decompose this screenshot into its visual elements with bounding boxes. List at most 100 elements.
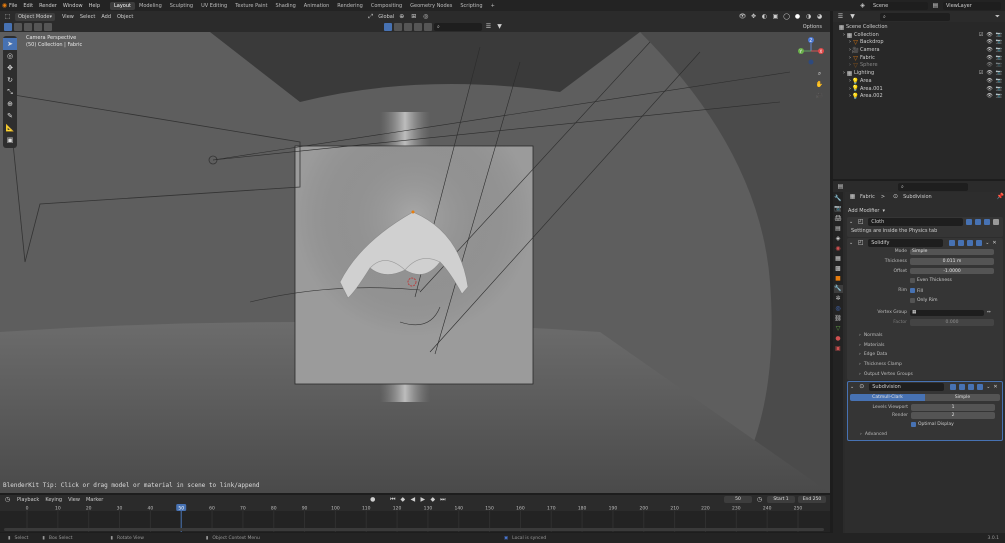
select-mode-intersect-icon[interactable] [44,23,52,31]
subdiv-viewport-icon[interactable] [968,384,975,391]
mode-selector[interactable]: Object Mode ▾ [15,12,55,21]
visibility-icon[interactable]: 👁 [738,13,747,21]
timeline-editor-icon[interactable]: ◷ [3,496,12,504]
orientation-selector[interactable]: Global [378,14,394,20]
play-reverse-icon[interactable]: ◀ [408,496,417,504]
jump-start-icon[interactable]: ⏮ [388,496,397,504]
cloth-name-field[interactable]: Cloth [868,218,964,226]
select-mode-subtract-icon[interactable] [24,23,32,31]
particles-tab-icon[interactable]: ✲ [834,295,843,303]
subdiv-render-icon[interactable] [977,384,984,391]
timeline-ruler[interactable]: 0 10 20 30 40 50 60 70 80 90 100 110 120 130 140 150 160… [0,504,830,532]
workspace-tab-texture-paint[interactable]: Texture Paint [231,2,271,10]
cloth-modifier-header[interactable]: ⌄ ◰ Cloth [849,218,1001,226]
factor-field[interactable]: 0.000 [910,319,994,326]
close-icon[interactable]: ✕ [992,240,996,246]
chevron-down-icon[interactable]: ⌄ [850,384,854,390]
start-frame-field[interactable]: Start 1 [767,496,795,503]
workspace-tab-shading[interactable]: Shading [271,2,299,10]
jump-end-icon[interactable]: ⏭ [438,496,447,504]
output-tab-icon[interactable]: 🖨 [834,215,843,223]
outliner-item-lighting[interactable]: › ▦ Lighting ☑ 👁 📷 [833,70,1005,78]
solidify-editmode-icon[interactable] [958,240,965,246]
shading-wireframe-icon[interactable]: ◯ [782,13,791,21]
editor-type-icon[interactable]: ⬚ [3,13,12,21]
blenderkit-hdr-icon[interactable] [414,23,422,31]
blenderkit-scenes-icon[interactable] [424,23,432,31]
modifier-tab-icon[interactable]: 🔧 [833,285,843,293]
view-layer-icon[interactable]: ▤ [931,2,940,10]
viewport-menu-object[interactable]: Object [117,14,133,20]
exclude-checkbox-icon[interactable]: ☑ [979,32,983,40]
outliner-scene-collection[interactable]: ▦ Scene Collection [833,24,1005,32]
transform-orientation-icon[interactable]: ⤢ [366,13,375,21]
menu-help[interactable]: Help [89,3,100,9]
chevron-down-icon[interactable]: ⌄ [849,219,853,225]
end-frame-field[interactable]: End 250 [798,496,826,503]
render-visibility-icon[interactable]: 📷 [996,93,1002,101]
gizmo-neg-z[interactable] [808,59,814,65]
visibility-icon[interactable]: 👁 [986,86,992,94]
collection-tab-icon[interactable]: ▦ [834,255,843,263]
workspace-tab-modeling[interactable]: Modeling [135,2,166,10]
annotate-tool-icon[interactable]: ✎ [3,110,17,122]
workspace-tab-scripting[interactable]: Scripting [456,2,486,10]
outliner-search-input[interactable]: ⌕ [880,12,950,21]
properties-editor-icon[interactable]: ▤ [836,183,845,191]
visibility-icon[interactable]: 👁 [986,32,992,40]
thickness-field[interactable]: 0.011 m [910,258,994,265]
viewport-menu-add[interactable]: Add [101,14,111,20]
render-visibility-icon[interactable]: 📷 [996,70,1002,78]
prev-key-icon[interactable]: ◆ [398,496,407,504]
subpanel-output-vertex-groups[interactable]: › Output Vertex Groups [849,370,1001,380]
tool-tab-icon[interactable]: 🔧 [834,195,843,203]
workspace-tab-sculpting[interactable]: Sculpting [166,2,197,10]
proportional-edit-icon[interactable]: ◎ [421,13,430,21]
outliner-item-collection[interactable]: › ▦ Collection ☑ 👁 📷 [833,32,1005,40]
render-tab-icon[interactable]: 📷 [834,205,843,213]
record-icon[interactable]: ● [368,496,377,504]
cloth-viewport-icon[interactable] [975,219,982,225]
texture2-tab-icon[interactable]: ▣ [834,345,843,353]
timeline-menu-marker[interactable]: Marker [86,497,103,503]
solidify-onmesh-icon[interactable] [949,240,956,246]
workspace-tab-compositing[interactable]: Compositing [367,2,406,10]
camera-view-icon[interactable]: 🎥 [815,92,824,100]
world-tab-icon[interactable]: ◉ [834,245,843,253]
options-menu[interactable]: Options [803,24,830,30]
subdiv-onmesh-icon[interactable] [950,384,957,391]
advanced-subpanel[interactable]: › Advanced [850,429,1000,439]
viewport-menu-select[interactable]: Select [80,14,95,20]
select-tool-icon[interactable]: ➤ [3,38,17,50]
render-visibility-icon[interactable]: 📷 [996,32,1002,40]
subpanel-normals[interactable]: › Normals [849,331,1001,341]
catmull-clark-button[interactable]: Catmull-Clark [850,394,925,401]
subpanel-thickness-clamp[interactable]: › Thickness Clamp [849,360,1001,370]
view-layer-selector[interactable]: ViewLayer [943,1,1001,10]
visibility-icon[interactable]: 👁 [986,39,992,47]
scale-tool-icon[interactable]: ⤡ [3,86,17,98]
timeline-menu-keying[interactable]: Keying [45,497,62,503]
pan-icon[interactable]: ✋ [815,81,824,89]
even-thickness-checkbox[interactable]: Even Thickness [849,276,1001,286]
measure-tool-icon[interactable]: 📐 [3,122,17,134]
3d-viewport[interactable] [0,32,830,493]
workspace-tab-animation[interactable]: Animation [300,2,334,10]
filter-icon[interactable]: ▼ [495,23,504,31]
visibility-icon[interactable]: 👁 [986,78,992,86]
shading-material-icon[interactable]: ◑ [804,13,813,21]
next-key-icon[interactable]: ◆ [428,496,437,504]
material-tab-icon[interactable]: ● [834,335,843,343]
outliner-item-area-002[interactable]: › 💡 Area.002 👁 📷 [833,93,1005,101]
constraints-tab-icon[interactable]: ⛓ [834,315,843,323]
navigation-gizmo[interactable]: X Y Z [798,36,828,66]
cursor-tool-icon[interactable]: ◎ [3,50,17,62]
blenderkit-materials-icon[interactable] [394,23,402,31]
outliner-item-fabric[interactable]: › ▽ Fabric 👁 📷 [833,55,1005,63]
close-icon[interactable]: ✕ [993,384,997,390]
pivot-icon[interactable]: ⊕ [397,13,406,21]
shading-rendered-icon[interactable]: ◕ [815,13,824,21]
outliner-item-camera[interactable]: › 🎥 Camera 👁 📷 [833,47,1005,55]
render-visibility-icon[interactable]: 📷 [996,86,1002,94]
cloth-close-icon[interactable] [993,219,1000,225]
